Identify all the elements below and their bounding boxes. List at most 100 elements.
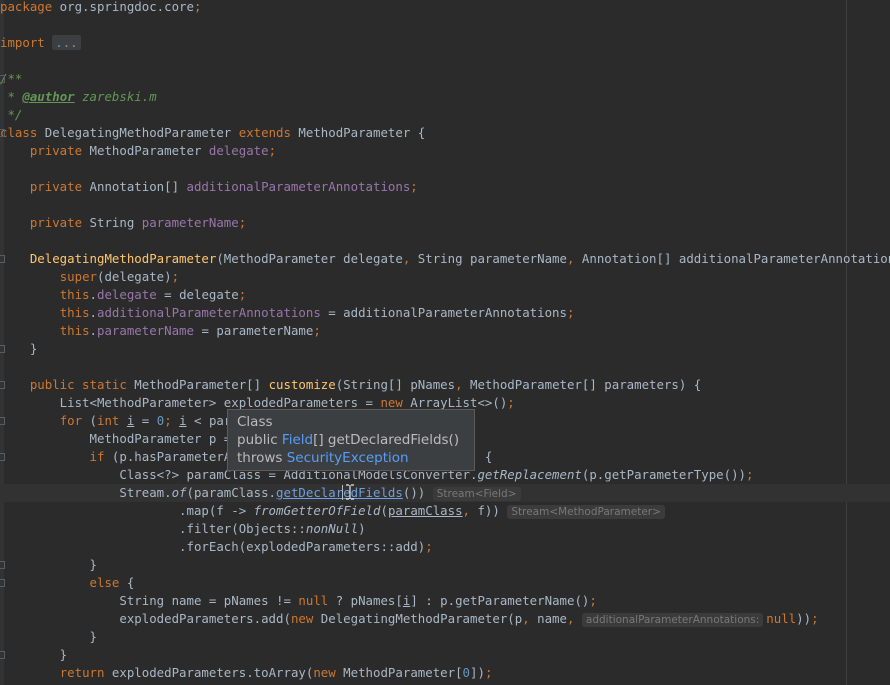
fold-marker-icon[interactable] (0, 345, 5, 353)
code-line[interactable]: String name = pNames != null ? pNames[i]… (0, 592, 890, 610)
fold-marker-icon[interactable] (0, 255, 5, 263)
code-token: ) (358, 521, 366, 536)
code-token: new (380, 395, 403, 410)
code-token: public static (29, 377, 127, 392)
code-line[interactable]: this.delegate = delegate; (0, 286, 890, 304)
quick-doc-popup[interactable]: Class public Field[] getDeclaredFields()… (227, 409, 475, 471)
code-token: } (0, 557, 97, 572)
doc-link[interactable]: SecurityException (287, 450, 409, 466)
doc-text: public (237, 432, 282, 448)
code-token: .map(f -> (0, 503, 254, 518)
code-token: f)) (470, 503, 508, 518)
code-token: zarebski.m (74, 89, 157, 104)
code-token: org.springdoc.core (52, 0, 194, 14)
code-line[interactable] (0, 160, 890, 178)
code-token: import (0, 35, 45, 50)
code-line[interactable] (0, 52, 890, 70)
code-token: )) (796, 611, 812, 626)
code-line[interactable]: } (0, 340, 890, 358)
inlay-type-hint: Stream<Field> (432, 487, 521, 501)
text-cursor-icon (346, 484, 354, 500)
code-token: i (179, 413, 187, 428)
code-token: else (89, 575, 120, 590)
code-token: String name = pNames != (0, 593, 299, 608)
code-token: for (59, 413, 83, 428)
code-line[interactable]: import ... (0, 34, 890, 52)
code-line[interactable]: public static MethodParameter[] customiz… (0, 376, 890, 394)
code-token: ? pNames[ (328, 593, 403, 608)
code-line[interactable]: this.additionalParameterAnnotations = ad… (0, 304, 890, 322)
fold-marker-icon[interactable] (0, 75, 5, 83)
code-line[interactable] (0, 232, 890, 250)
code-line[interactable]: /** (0, 70, 890, 88)
code-token: null (766, 611, 797, 626)
code-token: ; (566, 305, 575, 320)
code-token: .forEach(explodedParameters::add) (0, 539, 426, 554)
code-line[interactable] (0, 358, 890, 376)
code-token: ; (238, 215, 247, 230)
code-token: (MethodParameter delegate (216, 251, 403, 266)
code-token: ; (410, 179, 418, 194)
code-line[interactable]: private Annotation[] additionalParameter… (0, 178, 890, 196)
code-token: , (455, 377, 463, 392)
code-line[interactable] (0, 16, 890, 34)
code-token: ] : p.getParameterName() (410, 593, 590, 608)
code-editor[interactable]: package org.springdoc.core; import ... /**… (0, 0, 890, 685)
popup-method-signature: public Field[] getDeclaredFields() (237, 431, 465, 449)
fold-marker-icon[interactable] (0, 453, 5, 461)
fold-marker-icon[interactable] (0, 381, 5, 389)
hyperlink-method[interactable]: getDeclar (276, 485, 343, 500)
code-token: explodedParameters.toArray( (104, 665, 314, 680)
code-token: MethodParameter[] (126, 377, 269, 392)
code-token: ; (313, 323, 321, 338)
code-token: , (462, 503, 471, 518)
fold-marker-icon[interactable] (0, 561, 5, 569)
code-token: DelegatingMethodParameter(p (313, 611, 523, 626)
fold-marker-icon[interactable] (0, 129, 5, 137)
code-line[interactable]: } (0, 628, 890, 646)
code-line[interactable]: package org.springdoc.core; (0, 0, 890, 16)
code-token: null (298, 593, 329, 608)
code-line[interactable]: Stream.of(paramClass.getDeclaredFields()… (0, 484, 890, 502)
code-token: String (82, 215, 142, 230)
code-line[interactable] (0, 196, 890, 214)
fold-marker-icon[interactable] (0, 651, 5, 659)
code-token: parameterName (141, 215, 239, 230)
code-token: .filter(Objects:: (0, 521, 306, 536)
code-line[interactable]: explodedParameters.add(new DelegatingMet… (0, 610, 890, 628)
code-line[interactable]: private MethodParameter delegate; (0, 142, 890, 160)
code-line[interactable]: * @author zarebski.m (0, 88, 890, 106)
code-area[interactable]: package org.springdoc.core; import ... /**… (0, 0, 890, 685)
fold-marker-icon[interactable] (0, 579, 5, 587)
code-token: getReplacement (477, 467, 582, 482)
code-line[interactable]: return explodedParameters.toArray(new Me… (0, 664, 890, 682)
code-token: String parameterName (410, 251, 567, 266)
code-token: class (0, 125, 38, 140)
code-token: = parameterName (193, 323, 314, 338)
code-line[interactable]: DelegatingMethodParameter(MethodParamete… (0, 250, 890, 268)
code-line[interactable]: private String parameterName; (0, 214, 890, 232)
folded-imports[interactable]: ... (52, 35, 81, 50)
code-line[interactable]: */ (0, 106, 890, 124)
code-token: } (0, 647, 68, 662)
code-token: . (89, 287, 97, 302)
code-line[interactable]: this.parameterName = parameterName; (0, 322, 890, 340)
code-line[interactable]: } (0, 556, 890, 574)
code-token: int (97, 413, 120, 428)
code-line[interactable]: .map(f -> fromGetterOfField(paramClass, … (0, 502, 890, 520)
code-token: of (171, 485, 187, 500)
fold-marker-icon[interactable] (0, 417, 5, 425)
code-token: = additionalParameterAnnotations (320, 305, 567, 320)
code-line[interactable]: } (0, 646, 890, 664)
code-line[interactable]: .forEach(explodedParameters::add); (0, 538, 890, 556)
code-token: (paramClass. (186, 485, 277, 500)
code-line[interactable]: .filter(Objects::nonNull) (0, 520, 890, 538)
code-line[interactable]: class DelegatingMethodParameter extends … (0, 124, 890, 142)
doc-link[interactable]: Field (282, 432, 313, 448)
code-token: nonNull (305, 521, 359, 536)
code-line[interactable]: else { (0, 574, 890, 592)
code-line[interactable]: super(delegate); (0, 268, 890, 286)
